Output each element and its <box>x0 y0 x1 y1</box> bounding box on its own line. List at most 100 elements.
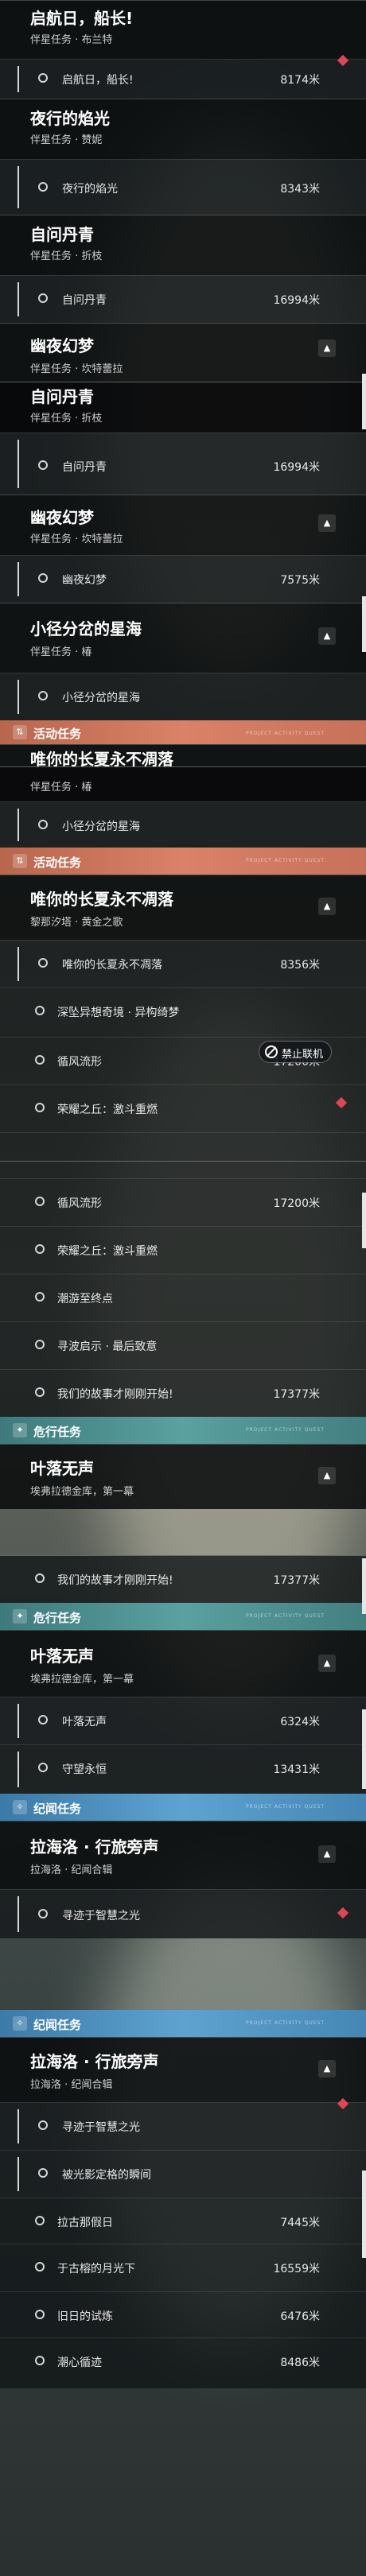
quest-step-row[interactable]: 叶落无声 6324米 <box>0 1697 366 1744</box>
chevron-up-icon[interactable]: ▲ <box>318 2060 336 2077</box>
scrollbar-thumb[interactable] <box>362 2171 366 2258</box>
quest-card-youye[interactable]: 幽夜幻梦 伴星任务 · 坎特蕾拉 ▲ <box>0 323 366 382</box>
quest-row-partial[interactable] <box>0 1161 366 1178</box>
section-header-danger[interactable]: ✦ 危行任务 PROJECT ACTIVITY QUEST <box>0 1603 366 1630</box>
quest-row[interactable]: 拉古那假日 7445米 <box>0 2198 366 2244</box>
circle-icon <box>35 1292 45 1302</box>
chevron-up-icon[interactable]: ▲ <box>318 627 336 645</box>
quest-subtitle: 伴星任务 · 椿 <box>30 782 92 793</box>
quest-step-row[interactable]: 寻迹于智慧之光 <box>0 1889 366 1938</box>
quest-row[interactable]: 荣耀之丘：激斗重燃 <box>0 1226 366 1274</box>
circle-icon <box>38 460 48 470</box>
step-name: 寻迹于智慧之光 <box>62 2121 140 2134</box>
no-entry-icon <box>265 1046 278 1058</box>
circle-icon <box>35 2310 45 2319</box>
multiplayer-disabled-badge: 禁止联机 <box>259 1041 332 1063</box>
quest-step-row[interactable]: 小径分岔的星海 <box>0 673 366 720</box>
quest-card-xiaojing-2[interactable]: 伴星任务 · 椿 <box>0 766 366 801</box>
quest-subtitle: 伴星任务 · 赞妮 <box>30 134 103 146</box>
tracking-marker-icon <box>337 1907 349 1919</box>
quest-card-weini[interactable]: 唯你的长夏永不凋落 黎那汐塔 · 黄金之歌 ▲ <box>0 875 366 940</box>
quest-row[interactable]: 我们的故事才刚刚开始! 17377米 <box>0 1369 366 1417</box>
circle-icon <box>35 1244 45 1254</box>
quest-card-lahai-2[interactable]: 拉海洛 · 行旅旁声 拉海洛 · 纪闻合辑 ▲ <box>0 2037 366 2102</box>
quest-row[interactable]: 旧日的试炼 6476米 <box>0 2291 366 2337</box>
step-name: 我们的故事才刚刚开始! <box>57 1388 173 1401</box>
circle-icon <box>38 2120 48 2130</box>
quest-title: 自问丹青 <box>30 225 94 244</box>
step-name: 叶落无声 <box>62 1716 107 1728</box>
quest-card-yeluo-2[interactable]: 叶落无声 埃弗拉德金库，第一幕 ▲ <box>0 1630 366 1697</box>
badge-label: 禁止联机 <box>282 1049 324 1061</box>
chevron-up-icon[interactable]: ▲ <box>318 1655 336 1672</box>
step-distance: 13431米 <box>273 1763 320 1776</box>
quest-card-weini-partial[interactable]: 唯你的长夏永不凋落 <box>0 744 366 766</box>
quest-step-row[interactable]: 自问丹青 16994米 <box>0 433 366 495</box>
quest-card-xiaojing[interactable]: 小径分岔的星海 伴星任务 · 椿 ▲ <box>0 603 366 673</box>
quest-step-row[interactable]: 夜行的焰光 8343米 <box>0 159 366 215</box>
step-name: 守望永恒 <box>62 1763 107 1776</box>
scrollbar-thumb[interactable] <box>362 374 366 429</box>
circle-icon <box>38 820 48 829</box>
chevron-up-icon[interactable]: ▲ <box>318 898 336 915</box>
circle-icon <box>38 2168 48 2178</box>
quest-step-row[interactable]: 唯你的长夏永不凋落 8356米 <box>0 940 366 987</box>
quest-card-ziwen-2[interactable]: 自问丹青 伴星任务 · 折枝 <box>0 382 366 433</box>
section-header-danger[interactable]: ✦ 危行任务 PROJECT ACTIVITY QUEST <box>0 1417 366 1444</box>
quest-card-lahai[interactable]: 拉海洛 · 行旅旁声 拉海洛 · 纪闻合辑 ▲ <box>0 1821 366 1889</box>
step-distance: 17377米 <box>273 1574 320 1587</box>
scrollbar-thumb[interactable] <box>362 1558 366 1614</box>
section-header-activity[interactable]: ⇅ 活动任务 PROJECT ACTIVITY QUEST <box>0 720 366 744</box>
quest-row[interactable]: 于古榕的月光下 16559米 <box>0 2244 366 2291</box>
quest-step-row[interactable]: 自问丹青 16994米 <box>0 275 366 323</box>
scrollbar-thumb[interactable] <box>362 596 366 652</box>
quest-card-yeluo[interactable]: 叶落无声 埃弗拉德金库，第一幕 ▲ <box>0 1444 366 1509</box>
scrollbar-thumb[interactable] <box>362 1193 366 1248</box>
step-distance: 16994米 <box>273 294 320 307</box>
section-tag: PROJECT ACTIVITY QUEST <box>246 1613 325 1619</box>
quest-step-row[interactable]: 启航日，船长! 8174米 <box>0 54 366 99</box>
quest-row-partial[interactable] <box>0 1132 366 1161</box>
quest-card-yexing[interactable]: 夜行的焰光 伴星任务 · 赞妮 <box>0 99 366 159</box>
quest-row[interactable]: 我们的故事才刚刚开始! 17377米 <box>0 1555 366 1603</box>
step-name: 寻波启示 · 最后致意 <box>57 1340 158 1353</box>
quest-title: 拉海洛 · 行旅旁声 <box>30 1837 159 1856</box>
section-header-legend[interactable]: ✧ 纪闻任务 PROJECT ACTIVITY QUEST <box>0 1794 366 1821</box>
quest-step-row[interactable]: 幽夜幻梦 7575米 <box>0 555 366 603</box>
circle-icon <box>38 1715 48 1724</box>
quest-step-row[interactable]: 守望永恒 13431米 <box>0 1744 366 1794</box>
quest-row[interactable]: 荣耀之丘：激斗重燃 <box>0 1084 366 1132</box>
danger-icon: ✦ <box>13 1423 27 1437</box>
circle-icon <box>35 1387 45 1397</box>
quest-card-ziwen[interactable]: 自问丹青 伴星任务 · 折枝 <box>0 215 366 275</box>
chevron-up-icon[interactable]: ▲ <box>318 514 336 532</box>
step-name: 自问丹青 <box>62 294 107 307</box>
circle-icon <box>38 1763 48 1772</box>
quest-title: 叶落无声 <box>30 1459 94 1478</box>
quest-row[interactable]: 潮心循迹 8486米 <box>0 2337 366 2388</box>
step-distance: 7445米 <box>280 2217 320 2229</box>
chevron-up-icon[interactable]: ▲ <box>318 339 336 357</box>
quest-step-row[interactable]: 被光影定格的瞬间 <box>0 2150 366 2198</box>
quest-row[interactable]: 深坠异想奇境 · 异构绮梦 <box>0 987 366 1037</box>
quest-step-row[interactable]: 寻迹于智慧之光 <box>0 2097 366 2150</box>
scrollbar-thumb[interactable] <box>362 1709 366 1789</box>
quest-subtitle: 伴星任务 · 折枝 <box>30 413 103 425</box>
circle-icon <box>38 182 48 192</box>
section-tag: PROJECT ACTIVITY QUEST <box>246 731 325 736</box>
quest-card-qihang[interactable]: 启航日，船长! 伴星任务 · 布兰特 <box>0 0 366 59</box>
quest-row[interactable]: 循风流形 17200米 <box>0 1178 366 1226</box>
step-name: 循风流形 <box>57 1197 102 1210</box>
section-header-legend[interactable]: ✧ 纪闻任务 PROJECT ACTIVITY QUEST <box>0 2010 366 2037</box>
quest-title: 唯你的长夏永不凋落 <box>30 750 173 766</box>
section-header-activity[interactable]: ⇅ 活动任务 PROJECT ACTIVITY QUEST <box>0 848 366 875</box>
chevron-up-icon[interactable]: ▲ <box>318 1845 336 1863</box>
quest-row[interactable]: 潮游至终点 <box>0 1274 366 1321</box>
step-name: 我们的故事才刚刚开始! <box>57 1574 173 1587</box>
chevron-up-icon[interactable]: ▲ <box>318 1467 336 1484</box>
activity-icon: ⇅ <box>13 725 27 739</box>
quest-row[interactable]: 寻波启示 · 最后致意 <box>0 1321 366 1369</box>
quest-card-youye-2[interactable]: 幽夜幻梦 伴星任务 · 坎特蕾拉 ▲ <box>0 495 366 555</box>
quest-step-row[interactable]: 小径分岔的星海 <box>0 801 366 848</box>
step-name: 旧日的试炼 <box>57 2310 113 2323</box>
